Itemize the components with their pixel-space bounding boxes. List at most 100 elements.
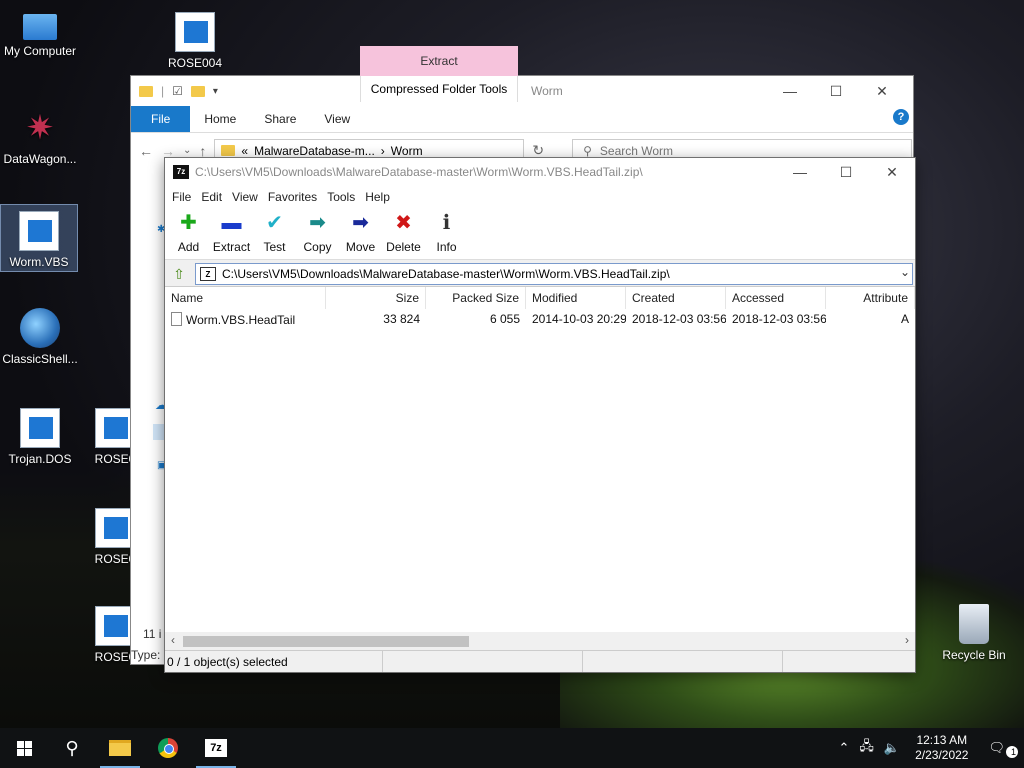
start-button[interactable] (0, 728, 48, 768)
sevenzip-logo-icon: 7z (173, 165, 189, 179)
sevenzip-file-list[interactable]: Name Size Packed Size Modified Created A… (165, 286, 915, 650)
desktop-icon-rose004[interactable]: ROSE004 (155, 12, 235, 70)
column-header-created[interactable]: Created (626, 287, 726, 309)
desktop-icon-my-computer[interactable]: My Computer (0, 8, 80, 58)
toolbar-copy-button[interactable]: ➡ Copy (296, 208, 339, 254)
minimize-icon[interactable]: — (777, 161, 823, 183)
windows-logo-icon (16, 740, 32, 756)
clock-date: 2/23/2022 (915, 748, 969, 762)
tab-compressed-folder-tools[interactable]: Compressed Folder Tools (360, 76, 518, 102)
tab-home[interactable]: Home (190, 106, 250, 132)
help-icon[interactable]: ? (893, 109, 909, 125)
menu-help[interactable]: Help (360, 190, 395, 204)
search-icon: ⚲ (65, 737, 79, 758)
menu-edit[interactable]: Edit (196, 190, 227, 204)
address-segment-1[interactable]: MalwareDatabase-m... (254, 144, 375, 158)
column-header-name[interactable]: Name (165, 287, 326, 309)
menu-tools[interactable]: Tools (322, 190, 360, 204)
address-segment-2[interactable]: Worm (391, 144, 423, 158)
desktop-icon-worm-vbs[interactable]: Worm.VBS (0, 204, 78, 272)
column-header-size[interactable]: Size (326, 287, 426, 309)
toolbar-test-button[interactable]: ✔ Test (253, 208, 296, 254)
sevenzip-toolbar: ✚ Add ▬ Extract ✔ Test ➡ Copy ➡ Move ✖ Delete ℹ Info (165, 208, 915, 260)
file-icon (95, 508, 135, 548)
sevenzip-menubar: File Edit View Favorites Tools Help (165, 186, 915, 208)
file-icon (95, 606, 135, 646)
cell-name: Worm.VBS.HeadTail (165, 309, 326, 331)
desktop-icon-label: Recycle Bin (942, 648, 1006, 662)
column-header-packed-size[interactable]: Packed Size (426, 287, 526, 309)
toolbar-button-label: Move (345, 240, 376, 254)
maximize-icon[interactable]: ☐ (823, 161, 869, 183)
delete-icon: ✖ (395, 212, 412, 234)
back-arrow-icon[interactable]: ← (139, 143, 153, 159)
taskbar-explorer[interactable] (96, 728, 144, 768)
sevenzip-path-box[interactable]: Z C:\Users\VM5\Downloads\MalwareDatabase… (195, 263, 913, 285)
toolbar-button-label: Copy (303, 240, 332, 254)
desktop-icon-trojan-dos[interactable]: Trojan.DOS (0, 408, 80, 466)
properties-icon[interactable]: ☑ (172, 84, 183, 98)
scrollbar-thumb[interactable] (183, 636, 469, 647)
menu-view[interactable]: View (227, 190, 263, 204)
toolbar-info-button[interactable]: ℹ Info (425, 208, 468, 254)
desktop-icon-classicshell[interactable]: ClassicShell... (0, 308, 80, 366)
sevenzip-path: C:\Users\VM5\Downloads\MalwareDatabase-m… (222, 267, 670, 281)
close-icon[interactable]: ✕ (869, 161, 915, 183)
horizontal-scrollbar[interactable]: ‹ › (165, 632, 915, 650)
taskbar-sevenzip[interactable]: 7z (192, 728, 240, 768)
move-icon: ➡ (352, 212, 369, 234)
column-header-accessed[interactable]: Accessed (726, 287, 826, 309)
cell-accessed: 2018-12-03 03:56 (732, 312, 826, 326)
minimize-icon[interactable]: — (767, 80, 813, 102)
file-name: Worm.VBS.HeadTail (186, 313, 296, 327)
search-placeholder: Search Worm (599, 143, 674, 158)
desktop-icon-datawagon[interactable]: ✷ DataWagon... (0, 108, 80, 166)
extract-icon: ▬ (221, 212, 242, 234)
info-icon: ℹ (442, 212, 451, 234)
folder-icon[interactable] (139, 85, 153, 97)
chevron-up-icon[interactable]: ⌃ (834, 740, 855, 756)
desktop-icon-label: ROSE004 (167, 56, 223, 70)
computer-icon (23, 14, 57, 40)
clock[interactable]: 12:13 AM 2/23/2022 (905, 733, 978, 763)
table-row[interactable]: Worm.VBS.HeadTail 33 824 6 055 2014-10-0… (165, 309, 915, 331)
tab-view[interactable]: View (310, 106, 364, 132)
search-button[interactable]: ⚲ (48, 728, 96, 768)
sevenzip-window[interactable]: 7z C:\Users\VM5\Downloads\MalwareDatabas… (164, 157, 916, 673)
network-icon[interactable]: 🖧 (854, 737, 879, 759)
chevron-down-icon[interactable]: ⌄ (900, 265, 910, 279)
desktop-icon-recycle-bin[interactable]: Recycle Bin (934, 604, 1014, 662)
tab-file[interactable]: File (131, 106, 191, 132)
taskbar-chrome[interactable] (144, 728, 192, 768)
cell-size: 33 824 (383, 312, 420, 326)
column-header-modified[interactable]: Modified (526, 287, 626, 309)
toolbar-delete-button[interactable]: ✖ Delete (382, 208, 425, 254)
folder-up-icon[interactable]: ⇧ (167, 263, 191, 285)
close-icon[interactable]: ✕ (859, 80, 905, 102)
volume-icon[interactable]: 🔈 (879, 740, 905, 756)
menu-favorites[interactable]: Favorites (263, 190, 322, 204)
tab-share[interactable]: Share (250, 106, 310, 132)
navigation-pane[interactable]: ✱ ☁ ▣ (131, 198, 167, 638)
menu-file[interactable]: File (167, 190, 196, 204)
maximize-icon[interactable]: ☐ (813, 80, 859, 102)
toolbar-add-button[interactable]: ✚ Add (167, 208, 210, 254)
compressed-folder-tools-context: Extract Compressed Folder Tools (360, 46, 518, 102)
toolbar-move-button[interactable]: ➡ Move (339, 208, 382, 254)
customize-toolbar-icon[interactable]: ▾ (213, 86, 218, 97)
column-header-attribute[interactable]: Attribute (826, 287, 915, 309)
toolbar-button-label: Add (177, 240, 200, 254)
sevenzip-titlebar[interactable]: 7z C:\Users\VM5\Downloads\MalwareDatabas… (165, 158, 915, 186)
new-folder-icon[interactable] (190, 85, 205, 97)
context-tab-header: Extract (360, 46, 518, 76)
file-explorer-icon (109, 740, 131, 756)
notification-badge: 1 (1006, 746, 1018, 758)
folder-icon (221, 145, 236, 156)
notifications-button[interactable]: 🗨 1 (978, 740, 1024, 758)
toolbar-button-label: Info (436, 240, 457, 254)
toolbar-extract-button[interactable]: ▬ Extract (210, 208, 253, 254)
recent-dropdown-icon[interactable]: ⌄ (183, 145, 191, 156)
scroll-left-icon[interactable]: ‹ (171, 633, 175, 647)
scroll-right-icon[interactable]: › (905, 633, 909, 647)
clock-time: 12:13 AM (916, 733, 968, 747)
